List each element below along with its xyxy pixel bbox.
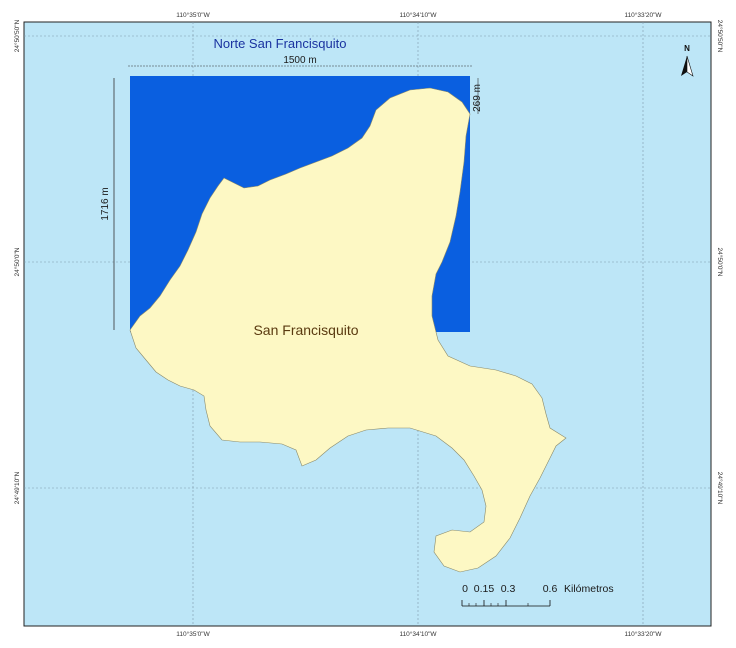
map-title: Norte San Francisquito bbox=[214, 36, 347, 51]
map-canvas: Norte San Francisquito 1500 m 1716 m 269… bbox=[13, 11, 724, 638]
coord-top-3: 110°33'20"W bbox=[624, 11, 662, 19]
coord-top-1: 110°35'0"W bbox=[176, 11, 210, 19]
height-dimension-label: 1716 m bbox=[100, 187, 111, 220]
coord-left-2: 24°50'0"N bbox=[13, 247, 21, 276]
coord-bottom-1: 110°35'0"W bbox=[176, 630, 210, 638]
island-label: San Francisquito bbox=[253, 322, 358, 338]
coord-bottom-3: 110°33'20"W bbox=[624, 630, 662, 638]
coord-right-1: 24°50'50"N bbox=[716, 20, 724, 53]
north-label: N bbox=[684, 44, 690, 53]
side-dimension-label: 269 m bbox=[472, 84, 483, 112]
scale-label-1: 0.15 bbox=[474, 583, 495, 595]
scale-label-0: 0 bbox=[462, 583, 468, 595]
coord-bottom-2: 110°34'10"W bbox=[399, 630, 437, 638]
scale-label-3: 0.6 bbox=[543, 583, 558, 595]
coord-right-2: 24°50'0"N bbox=[716, 248, 724, 277]
width-dimension-label: 1500 m bbox=[283, 55, 316, 66]
coord-top-2: 110°34'10"W bbox=[399, 11, 437, 19]
coord-right-3: 24°49'10"N bbox=[716, 472, 724, 505]
scale-unit-label: Kilómetros bbox=[564, 583, 614, 595]
scale-label-2: 0.3 bbox=[501, 583, 516, 595]
coord-left-1: 24°50'50"N bbox=[13, 19, 21, 52]
coord-left-3: 24°49'10"N bbox=[13, 471, 21, 504]
